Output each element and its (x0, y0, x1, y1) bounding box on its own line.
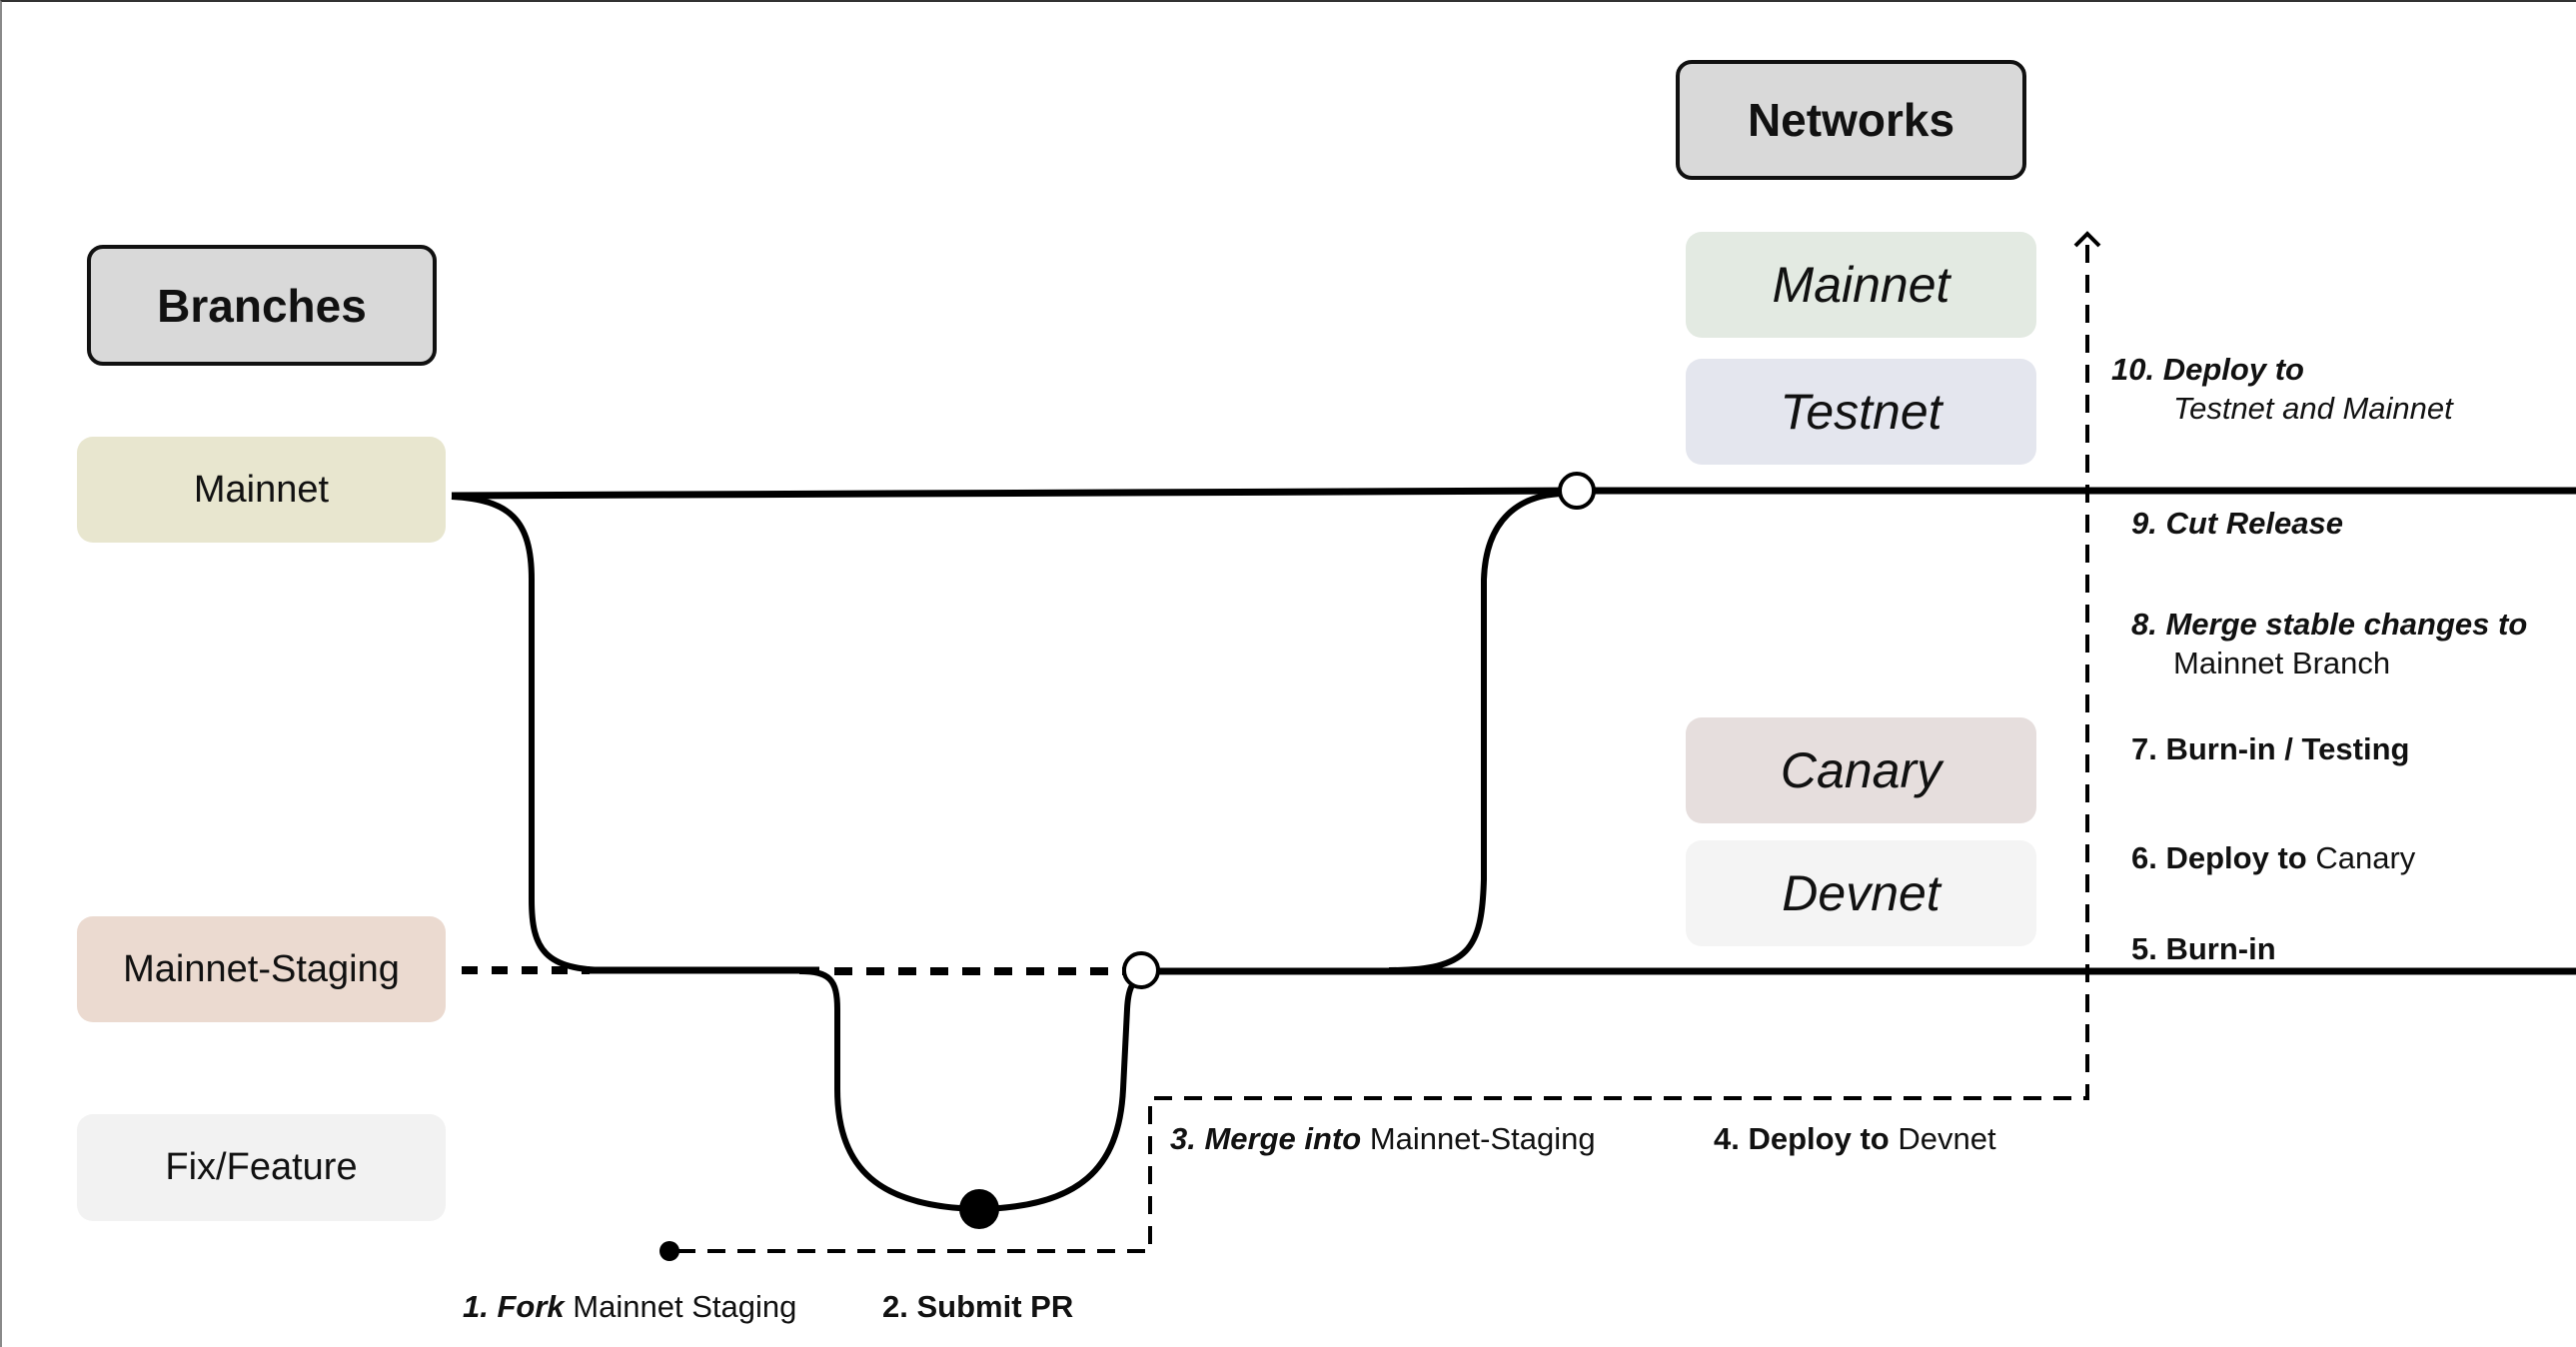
step-3-action: Merge into (1204, 1121, 1362, 1156)
branch-fix-feature-label: Fix/Feature (165, 1146, 358, 1188)
network-devnet-label: Devnet (1782, 865, 1940, 921)
step-2-label: 2. Submit PR (882, 1291, 1073, 1322)
step-10-target: Testnet and Mainnet (2173, 393, 2453, 424)
step-7-number: 7. (2131, 731, 2157, 766)
network-testnet: Testnet (1686, 359, 2036, 465)
feature-commit-dot (959, 1189, 999, 1229)
step-7-label: 7. Burn-in / Testing (2131, 733, 2409, 764)
step-3-label: 3. Merge into Mainnet-Staging (1170, 1123, 1596, 1154)
step-4-action: Deploy to (1748, 1121, 1890, 1156)
step-3-number: 3. (1170, 1121, 1196, 1156)
step-5-number: 5. (2131, 931, 2157, 966)
step-10-target-text: Testnet and Mainnet (2173, 391, 2453, 426)
step-10-label: 10. Deploy to (2111, 354, 2304, 385)
step-6-action: Deploy to (2165, 840, 2307, 875)
step-4-target: Devnet (1898, 1121, 1996, 1156)
fork-curve (798, 968, 980, 1212)
step-5-action: Burn-in (2165, 931, 2276, 966)
mainnet-merge-node (1558, 472, 1596, 510)
networks-header: Networks (1676, 60, 2026, 180)
mainnet-branch-line (451, 487, 2576, 500)
step-8-target: Mainnet Branch (2173, 648, 2390, 678)
step-1-number: 1. (463, 1289, 489, 1324)
step-4-number: 4. (1714, 1121, 1740, 1156)
fork-start-dot (659, 1241, 679, 1261)
step-2-action: Submit PR (916, 1289, 1074, 1324)
step-8-label: 8. Merge stable changes to (2131, 609, 2527, 640)
branches-header: Branches (87, 245, 437, 366)
network-devnet: Devnet (1686, 840, 2036, 946)
branch-mainnet-staging-label: Mainnet-Staging (123, 947, 400, 990)
branch-fix-feature: Fix/Feature (77, 1114, 446, 1221)
network-mainnet-label: Mainnet (1772, 257, 1950, 313)
step-1-label: 1. Fork Mainnet Staging (463, 1291, 796, 1322)
network-testnet-label: Testnet (1780, 384, 1942, 440)
step-6-label: 6. Deploy to Canary (2131, 842, 2415, 873)
step-5-label: 5. Burn-in (2131, 933, 2276, 964)
step-3-target: Mainnet-Staging (1369, 1121, 1596, 1156)
step-6-number: 6. (2131, 840, 2157, 875)
pr-merge-curve (978, 974, 1143, 1212)
step-10-number: 10. (2111, 352, 2155, 387)
step-1-target: Mainnet Staging (573, 1289, 797, 1324)
step-8-number: 8. (2131, 607, 2157, 642)
network-mainnet: Mainnet (1686, 232, 2036, 338)
staging-merge-node (1122, 951, 1160, 989)
branch-mainnet-label: Mainnet (193, 468, 330, 511)
step-9-label: 9. Cut Release (2131, 508, 2343, 539)
step-7-action: Burn-in / Testing (2165, 731, 2410, 766)
step-2-number: 2. (882, 1289, 908, 1324)
step-8-target-text: Mainnet Branch (2173, 646, 2391, 680)
mainnet-to-staging-curve (451, 494, 611, 973)
step-9-action: Cut Release (2165, 506, 2343, 541)
step-8-action: Merge stable changes to (2165, 607, 2528, 642)
network-canary-label: Canary (1780, 742, 1942, 798)
branch-mainnet: Mainnet (77, 437, 446, 543)
release-curve (1388, 491, 1565, 973)
step-4-label: 4. Deploy to Devnet (1714, 1123, 1996, 1154)
branches-header-label: Branches (157, 279, 367, 332)
step-6-target: Canary (2315, 840, 2416, 875)
step-10-action: Deploy to (2162, 352, 2304, 387)
step-9-number: 9. (2131, 506, 2157, 541)
step-1-action: Fork (497, 1289, 565, 1324)
arrow-up-icon (2073, 231, 2101, 248)
network-canary: Canary (1686, 717, 2036, 823)
branch-mainnet-staging: Mainnet-Staging (77, 916, 446, 1022)
networks-header-label: Networks (1747, 94, 1955, 146)
